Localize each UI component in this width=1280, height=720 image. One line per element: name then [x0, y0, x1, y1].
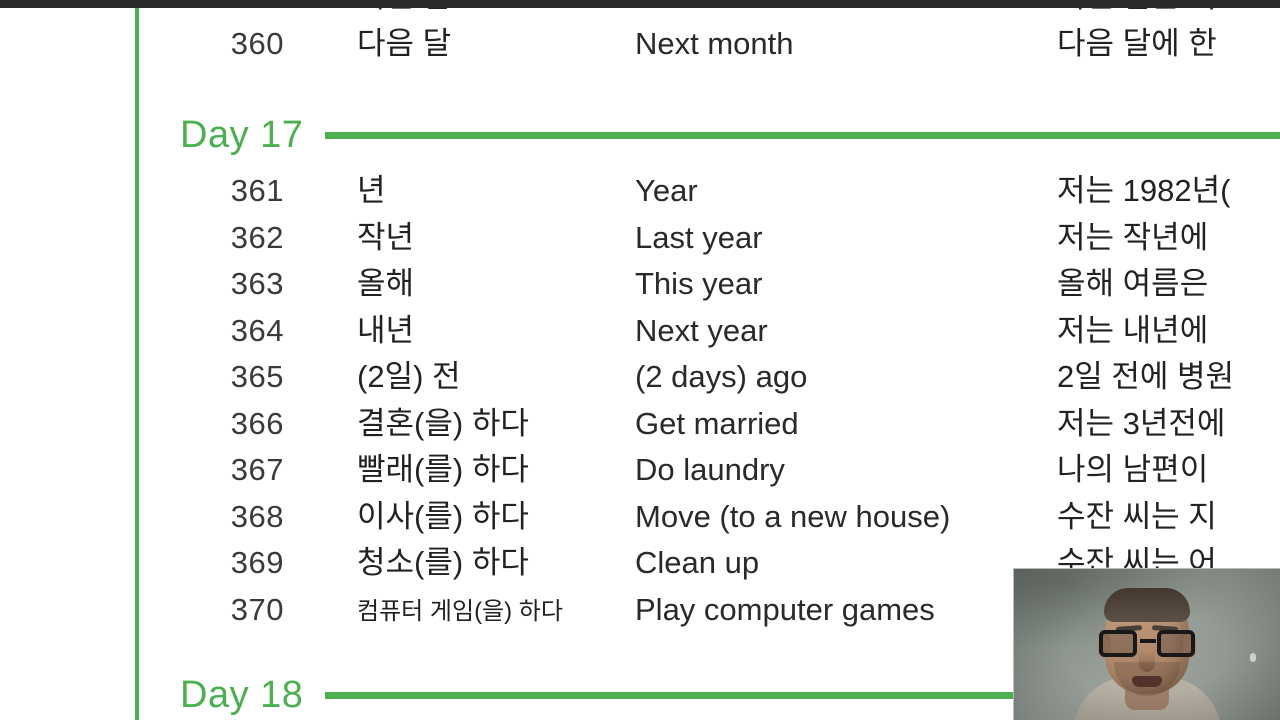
table-row: 367 빨래(를) 하다 Do laundry 나의 남편이 — [0, 447, 1280, 494]
entry-english: This year — [635, 266, 763, 301]
entry-korean: 작년 — [357, 219, 415, 255]
entry-number: 365 — [230, 359, 284, 394]
table-row: 363 올해 This year 올해 여름은 — [0, 261, 1280, 308]
entry-sentence: 저는 3년전에 — [1057, 405, 1226, 441]
entry-sentence: 저는 작년에 — [1057, 219, 1209, 255]
entry-english: Do laundry — [635, 452, 785, 487]
entry-number: 360 — [230, 25, 284, 61]
previous-day-rows: 359 이번 달 This month 이번 달은 어 360 다음 달 Nex… — [0, 0, 1280, 67]
table-row: 362 작년 Last year 저는 작년에 — [0, 215, 1280, 262]
entry-english: Next year — [635, 312, 768, 348]
entry-korean: 이사(를) 하다 — [357, 498, 529, 534]
presenter-webcam[interactable] — [1013, 568, 1280, 720]
day17-entry-rows: 361 년 Year 저는 1982년( 362 작년 Last year 저는… — [0, 168, 1280, 633]
entry-number: 370 — [230, 591, 284, 627]
entry-number: 363 — [230, 266, 284, 301]
entry-number: 362 — [230, 219, 284, 255]
table-row: 365 (2일) 전 (2 days) ago 2일 전에 병원 — [0, 354, 1280, 401]
entry-korean: (2일) 전 — [357, 359, 461, 394]
entry-english: Clean up — [635, 545, 760, 580]
day-heading-rule — [325, 131, 1280, 139]
entry-korean: 빨래(를) 하다 — [357, 452, 529, 487]
entry-sentence: 수잔 씨는 지 — [1057, 498, 1217, 534]
entry-english: Play computer games — [635, 591, 935, 627]
entry-number: 364 — [230, 312, 284, 348]
table-row: 364 내년 Next year 저는 내년에 — [0, 308, 1280, 355]
entry-korean: 컴퓨터 게임(을) 하다 — [357, 597, 563, 625]
entry-korean: 내년 — [357, 312, 415, 348]
entry-english: Last year — [635, 219, 763, 255]
entry-korean: 결혼(을) 하다 — [357, 405, 529, 441]
entry-sentence: 올해 여름은 — [1057, 266, 1209, 301]
entry-english: Get married — [635, 405, 799, 441]
entry-english: Next month — [635, 25, 794, 61]
entry-number: 366 — [230, 405, 284, 441]
table-row: 360 다음 달 Next month 다음 달에 한 — [0, 21, 1280, 68]
day-heading-17: Day 17 — [180, 112, 1280, 158]
entry-number: 361 — [230, 173, 284, 208]
entry-korean: 다음 달 — [357, 25, 452, 61]
entry-english: (2 days) ago — [635, 359, 808, 394]
entry-sentence: 다음 달에 한 — [1057, 25, 1217, 61]
entry-sentence: 2일 전에 병원 — [1057, 359, 1235, 394]
entry-korean: 청소(를) 하다 — [357, 545, 529, 580]
entry-english: Move (to a new house) — [635, 498, 951, 534]
table-row: 366 결혼(을) 하다 Get married 저는 3년전에 — [0, 401, 1280, 448]
table-row: 368 이사(를) 하다 Move (to a new house) 수잔 씨는… — [0, 494, 1280, 541]
top-letterbox-bar — [0, 0, 1280, 8]
entry-korean: 년 — [357, 173, 386, 208]
day-heading-label: Day 17 — [180, 114, 304, 156]
left-green-rule — [135, 0, 139, 720]
entry-english: Year — [635, 173, 698, 208]
screen-capture: 359 이번 달 This month 이번 달은 어 360 다음 달 Nex… — [0, 0, 1280, 720]
day-heading-label: Day 18 — [180, 674, 304, 716]
entry-sentence: 저는 1982년( — [1057, 173, 1231, 208]
webcam-vignette — [1014, 569, 1280, 720]
table-row: 361 년 Year 저는 1982년( — [0, 168, 1280, 215]
entry-number: 368 — [230, 498, 284, 534]
entry-sentence: 나의 남편이 — [1057, 452, 1209, 487]
entry-korean: 올해 — [357, 266, 415, 301]
entry-sentence: 저는 내년에 — [1057, 312, 1209, 348]
entry-number: 369 — [230, 545, 284, 580]
entry-number: 367 — [230, 452, 284, 487]
